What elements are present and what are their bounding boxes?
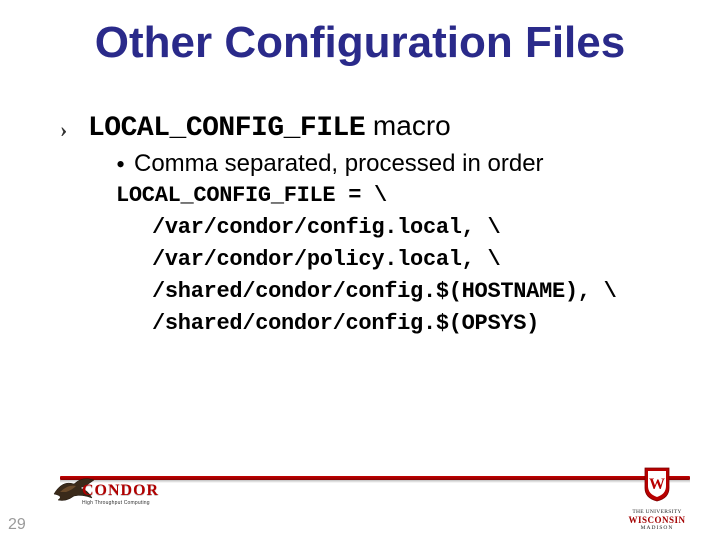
macro-name: LOCAL_CONFIG_FILE [88,113,365,144]
chevron-icon: › [60,119,88,141]
wisconsin-bottom: MADISON [622,525,692,531]
condor-word: CONDOR [82,482,159,500]
wisconsin-main: WISCONSIN [622,515,692,525]
slide-title: Other Configuration Files [0,18,720,68]
bullet-sub: • Comma separated, processed in order [116,150,670,178]
slide-body: › LOCAL_CONFIG_FILE macro • Comma separa… [60,110,670,339]
macro-suffix: macro [365,110,451,141]
bullet-dot-icon: • [116,152,134,178]
code-line-4: /shared/condor/config.$(HOSTNAME), \ [152,276,670,308]
bullet-main-text: LOCAL_CONFIG_FILE macro [88,110,451,144]
svg-text:W: W [649,476,665,493]
code-line-5: /shared/condor/config.$(OPSYS) [152,308,670,340]
wisconsin-crest-icon: W [642,466,672,502]
code-line-3: /var/condor/policy.local, \ [152,244,670,276]
wisconsin-logo: W THE UNIVERSITY WISCONSIN MADISON [622,466,692,520]
code-line-1: LOCAL_CONFIG_FILE = \ [116,180,670,212]
bullet-sub-text: Comma separated, processed in order [134,150,544,178]
condor-sub: High Throughput Computing [82,500,150,506]
code-line-2: /var/condor/config.local, \ [152,212,670,244]
slide: Other Configuration Files › LOCAL_CONFIG… [0,0,720,540]
page-number: 29 [8,516,26,534]
bullet-main: › LOCAL_CONFIG_FILE macro [60,110,670,144]
condor-logo: CONDOR High Throughput Computing [52,474,172,514]
